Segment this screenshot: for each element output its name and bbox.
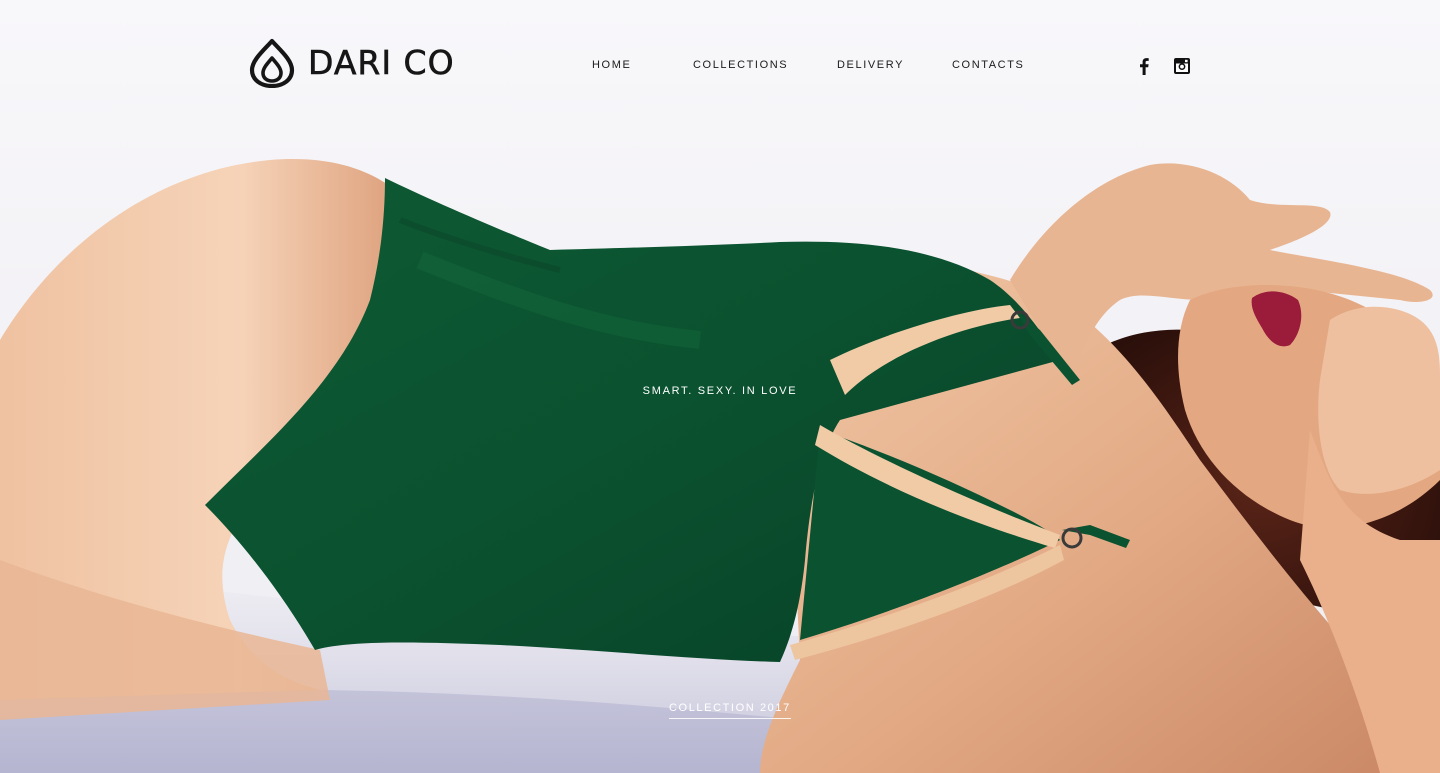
site-header: DARI CO HOME COLLECTIONS DELIVERY CONTAC… (0, 0, 1440, 130)
collection-link[interactable]: COLLECTION 2017 (669, 701, 791, 719)
main-nav: HOME COLLECTIONS DELIVERY CONTACTS (0, 58, 1440, 74)
nav-item-contacts[interactable]: CONTACTS (952, 58, 1024, 72)
landing-page: DARI CO HOME COLLECTIONS DELIVERY CONTAC… (0, 0, 1440, 773)
nav-item-collections[interactable]: COLLECTIONS (693, 58, 788, 72)
instagram-icon (1174, 58, 1190, 74)
nav-item-home[interactable]: HOME (592, 58, 631, 72)
facebook-icon (1140, 58, 1149, 75)
hero-tagline: SMART. SEXY. IN LOVE (642, 385, 798, 397)
instagram-link[interactable] (1173, 57, 1191, 75)
nav-item-delivery[interactable]: DELIVERY (837, 58, 904, 72)
facebook-link[interactable] (1137, 57, 1151, 75)
